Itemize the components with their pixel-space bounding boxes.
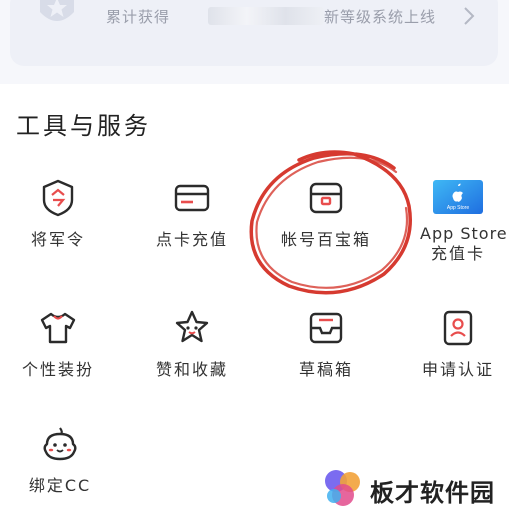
tool-item-personal-style[interactable]: 个性装扮: [12, 308, 104, 380]
level-banner[interactable]: 累计获得 新等级系统上线: [10, 0, 498, 66]
banner-text-suffix: 新等级系统上线: [324, 8, 437, 26]
star-icon: [175, 310, 209, 343]
item-label: 点卡充值: [155, 230, 228, 249]
tshirt-icon: [40, 312, 76, 344]
treasure-box-icon: [309, 182, 343, 214]
id-badge-icon: [443, 310, 473, 346]
app-store-card-icon: App Store: [433, 180, 483, 214]
chevron-right-icon: [464, 7, 475, 25]
medal-icon: [40, 0, 74, 21]
item-label: 草稿箱: [298, 360, 353, 379]
item-label: 个性装扮: [21, 360, 94, 379]
tool-item-apply-verification[interactable]: 申请认证: [412, 308, 504, 380]
item-label: 将军令: [30, 230, 85, 249]
tool-item-likes-favorites[interactable]: 赞和收藏: [146, 308, 238, 380]
tool-item-card-recharge[interactable]: 点卡充值: [146, 178, 238, 250]
tool-item-drafts[interactable]: 草稿箱: [280, 308, 372, 380]
item-label: 赞和收藏: [155, 360, 228, 379]
tool-item-general-token[interactable]: 将军令: [12, 178, 104, 250]
item-label: 申请认证: [421, 360, 494, 379]
card-icon: [174, 184, 210, 212]
item-label-line2: 充值卡: [430, 244, 485, 263]
item-label: 帐号百宝箱: [280, 230, 371, 249]
tool-item-bind-cc[interactable]: 绑定CC: [14, 424, 106, 496]
app-store-card-text: App Store: [447, 205, 469, 211]
shield-badge-icon: [42, 179, 74, 217]
section-title: 工具与服务: [16, 112, 151, 140]
item-label-line1: App Store: [420, 224, 508, 243]
watermark-logo-icon: [325, 470, 360, 506]
banner-text-prefix: 累计获得: [106, 8, 171, 26]
drafts-tray-icon: [309, 312, 343, 344]
cc-mascot-icon: [43, 427, 77, 461]
tool-item-account-treasure[interactable]: 帐号百宝箱: [274, 178, 378, 250]
watermark-text: 板才软件园: [370, 479, 495, 507]
tool-item-appstore-card[interactable]: App Store App Store 充值卡: [420, 180, 508, 264]
blurred-text: [208, 7, 324, 25]
item-label: 绑定CC: [28, 476, 92, 495]
